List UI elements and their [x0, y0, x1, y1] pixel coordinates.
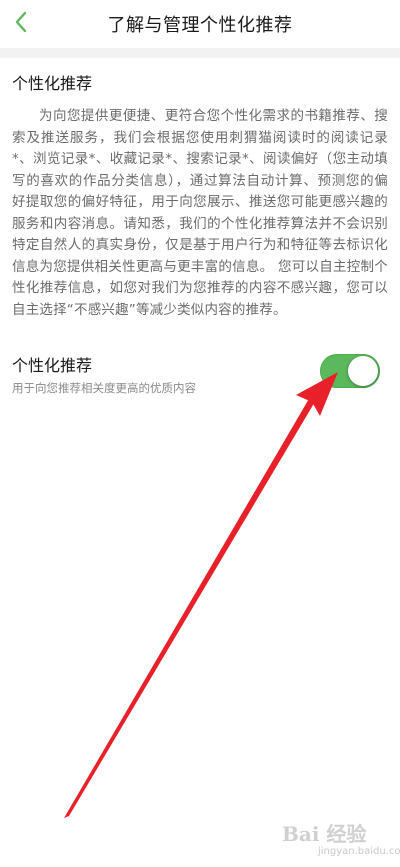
watermark-url: jingyan.baidu.com [318, 846, 400, 857]
page-title: 了解与管理个性化推荐 [107, 15, 293, 36]
section-description: 为向您提供更便捷、更符合您个性化需求的书籍推荐、搜索及推送服务，我们会根据您使用… [12, 108, 388, 318]
app-header: 了解与管理个性化推荐 [0, 0, 400, 48]
header-divider [0, 48, 400, 58]
chevron-left-icon [14, 11, 28, 37]
back-button[interactable] [6, 8, 36, 40]
watermark-text: Bai 经验 [282, 822, 367, 846]
recommend-toggle[interactable] [320, 354, 380, 388]
arrow-shaft [64, 397, 316, 818]
toggle-knob [348, 356, 378, 386]
personalized-recommend-setting: 个性化推荐 用于向您推荐相关度更高的优质内容 [12, 352, 388, 400]
section-title: 个性化推荐 [12, 74, 93, 93]
